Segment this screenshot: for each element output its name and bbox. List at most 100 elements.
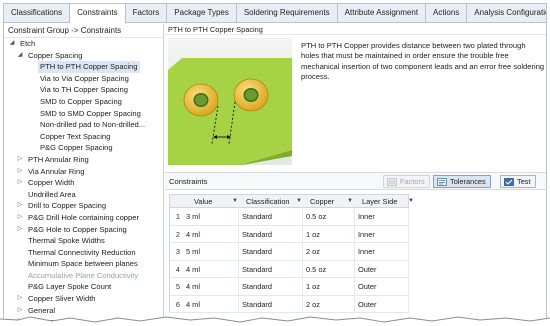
tree-item[interactable]: Non-drilled pad to Non-drilled... bbox=[4, 119, 163, 131]
grid-divider bbox=[354, 260, 355, 278]
test-button[interactable]: Test bbox=[500, 175, 536, 188]
factors-button[interactable]: Factors bbox=[383, 175, 430, 188]
table-row[interactable]: 3 5 ml Standard 2 oz Inner bbox=[169, 243, 409, 261]
tab-actions[interactable]: Actions bbox=[426, 4, 468, 23]
collapse-toggle-icon[interactable]: ▷ bbox=[16, 154, 24, 166]
cell-classification[interactable]: Standard bbox=[242, 243, 272, 260]
column-header-classification[interactable]: Classification bbox=[246, 195, 290, 208]
table-row[interactable]: 1 3 ml Standard 0.5 oz Inner bbox=[169, 208, 409, 226]
cell-classification[interactable]: Standard bbox=[242, 261, 272, 278]
table-row[interactable]: 4 4 ml Standard 0.5 oz Outer bbox=[169, 260, 409, 278]
column-header-value[interactable]: Value bbox=[194, 195, 212, 208]
tab-constraints[interactable]: Constraints bbox=[70, 4, 126, 24]
cell-layer-side[interactable]: Inner bbox=[358, 243, 375, 260]
detail-title: PTH to PTH Copper Spacing bbox=[165, 24, 546, 35]
tree-item[interactable]: ▷ PTH Annular Ring bbox=[4, 154, 163, 166]
tree-item-label: Undrilled Area bbox=[28, 189, 76, 199]
cell-classification[interactable]: Standard bbox=[242, 226, 272, 243]
collapse-toggle-icon[interactable]: ▷ bbox=[16, 177, 24, 189]
cell-value[interactable]: 5 ml bbox=[186, 243, 200, 260]
cell-value[interactable]: 4 ml bbox=[186, 226, 200, 243]
grid-divider bbox=[238, 278, 239, 295]
table-row[interactable]: 2 4 ml Standard 1 oz Inner bbox=[169, 225, 409, 243]
tree-item[interactable]: Via to TH Copper Spacing bbox=[4, 84, 163, 96]
tree-item: Accumulative Plane Conductivity bbox=[4, 270, 163, 282]
expand-toggle-icon[interactable]: ◢ bbox=[8, 38, 16, 50]
cell-classification[interactable]: Standard bbox=[242, 278, 272, 295]
tree-item[interactable]: ▷ Copper Width bbox=[4, 177, 163, 189]
collapse-toggle-icon[interactable]: ▷ bbox=[16, 166, 24, 178]
cell-copper[interactable]: 2 oz bbox=[306, 243, 320, 260]
grid-divider bbox=[302, 278, 303, 295]
tree-item[interactable]: Thermal Spoke Widths bbox=[4, 235, 163, 247]
cell-value[interactable]: 3 ml bbox=[186, 208, 200, 225]
tree-item[interactable]: ◢ Etch bbox=[4, 38, 163, 50]
tree-item[interactable]: ◢ Copper Spacing bbox=[4, 50, 163, 62]
grid-rows: 1 3 ml Standard 0.5 oz Inner 2 4 ml Standard 1 o… bbox=[169, 208, 409, 313]
cell-copper[interactable]: 1 oz bbox=[306, 226, 320, 243]
cell-value[interactable]: 4 ml bbox=[186, 296, 200, 313]
cell-layer-side[interactable]: Inner bbox=[358, 226, 375, 243]
tree-item[interactable]: ▷ Copper Sliver Width bbox=[4, 293, 163, 305]
table-row[interactable]: 6 4 ml Standard 2 oz Outer bbox=[169, 295, 409, 313]
test-button-label: Test bbox=[517, 177, 531, 186]
tree-item[interactable]: SMD to Copper Spacing bbox=[4, 96, 163, 108]
tab-package-types[interactable]: Package Types bbox=[167, 4, 237, 23]
cell-layer-side[interactable]: Outer bbox=[358, 296, 376, 313]
cell-copper[interactable]: 2 oz bbox=[306, 296, 320, 313]
tolerances-icon bbox=[437, 178, 447, 186]
cell-classification[interactable]: Standard bbox=[242, 208, 272, 225]
grid-divider bbox=[408, 260, 409, 278]
tree-item[interactable]: Minimum Space between planes bbox=[4, 258, 163, 270]
tree-item-label: Minimum Space between planes bbox=[28, 259, 138, 269]
column-header-copper[interactable]: Copper bbox=[310, 195, 334, 208]
cell-copper[interactable]: 0.5 oz bbox=[306, 261, 326, 278]
collapse-toggle-icon[interactable]: ▷ bbox=[16, 224, 24, 236]
table-row[interactable]: 5 4 ml Standard 1 oz Outer bbox=[169, 278, 409, 296]
tree-item-label: Copper Text Spacing bbox=[40, 131, 111, 141]
tree-item[interactable]: Undrilled Area bbox=[4, 189, 163, 201]
detail-panel: PTH to PTH Copper Spacing PTH to PTH Cop… bbox=[165, 24, 546, 322]
collapse-toggle-icon[interactable]: ▷ bbox=[16, 212, 24, 224]
tree-item[interactable]: P&G Layer Spoke Count bbox=[4, 281, 163, 293]
grid-divider bbox=[408, 208, 409, 225]
tree-item-label: P&G Layer Spoke Count bbox=[28, 282, 112, 292]
grid-divider bbox=[302, 243, 303, 260]
tab-classifications[interactable]: Classifications bbox=[4, 4, 71, 23]
tab-analysis-configuration[interactable]: Analysis Configuration bbox=[467, 4, 546, 23]
tree-item[interactable]: Copper Text Spacing bbox=[4, 131, 163, 143]
cell-layer-side[interactable]: Inner bbox=[358, 208, 375, 225]
cell-copper[interactable]: 1 oz bbox=[306, 278, 320, 295]
tree-item-label: P&G Hole to Copper Spacing bbox=[28, 224, 127, 234]
tree-item-label: Copper Width bbox=[28, 178, 75, 188]
tolerances-button[interactable]: Tolerances bbox=[433, 175, 491, 188]
tree-item[interactable]: ▷ P&G Drill Hole containing copper bbox=[4, 212, 163, 224]
collapse-toggle-icon[interactable]: ▷ bbox=[16, 293, 24, 305]
tree-item[interactable]: ▷ Drill to Copper Spacing bbox=[4, 200, 163, 212]
tree-item-label: Etch bbox=[20, 39, 36, 48]
tab-soldering-requirements[interactable]: Soldering Requirements bbox=[237, 4, 338, 23]
tab-factors[interactable]: Factors bbox=[126, 4, 168, 23]
tree-item[interactable]: P&G Copper Spacing bbox=[4, 142, 163, 154]
tree-item[interactable]: Via to Via Copper Spacing bbox=[4, 73, 163, 85]
cell-value[interactable]: 4 ml bbox=[186, 278, 200, 295]
expand-toggle-icon[interactable]: ◢ bbox=[16, 50, 24, 62]
cell-layer-side[interactable]: Outer bbox=[358, 278, 376, 295]
column-header-layer-side[interactable]: Layer Side bbox=[362, 195, 397, 208]
cell-copper[interactable]: 0.5 oz bbox=[306, 208, 326, 225]
tree-item-label: Thermal Connectivity Reduction bbox=[28, 247, 136, 257]
cell-layer-side[interactable]: Outer bbox=[358, 261, 376, 278]
tree-item[interactable]: SMD to SMD Copper Spacing bbox=[4, 108, 163, 120]
cell-classification[interactable]: Standard bbox=[242, 296, 272, 313]
collapse-toggle-icon[interactable]: ▷ bbox=[16, 200, 24, 212]
chevron-down-icon: ▼ bbox=[347, 198, 353, 204]
grid-header: Value ▼ Classification ▼ Copper ▼ Layer … bbox=[169, 194, 414, 208]
tree-item[interactable]: ▷ P&G Hole to Copper Spacing bbox=[4, 224, 163, 236]
tree-item[interactable]: PTH to PTH Copper Spacing bbox=[4, 61, 163, 73]
tree-item[interactable]: Thermal Connectivity Reduction bbox=[4, 247, 163, 259]
tab-attribute-assignment[interactable]: Attribute Assignment bbox=[338, 4, 427, 23]
cell-value[interactable]: 4 ml bbox=[186, 261, 200, 278]
grid-divider bbox=[408, 243, 409, 260]
tree-item[interactable]: ▷ Via Annular Ring bbox=[4, 166, 163, 178]
row-number: 2 bbox=[175, 229, 180, 239]
